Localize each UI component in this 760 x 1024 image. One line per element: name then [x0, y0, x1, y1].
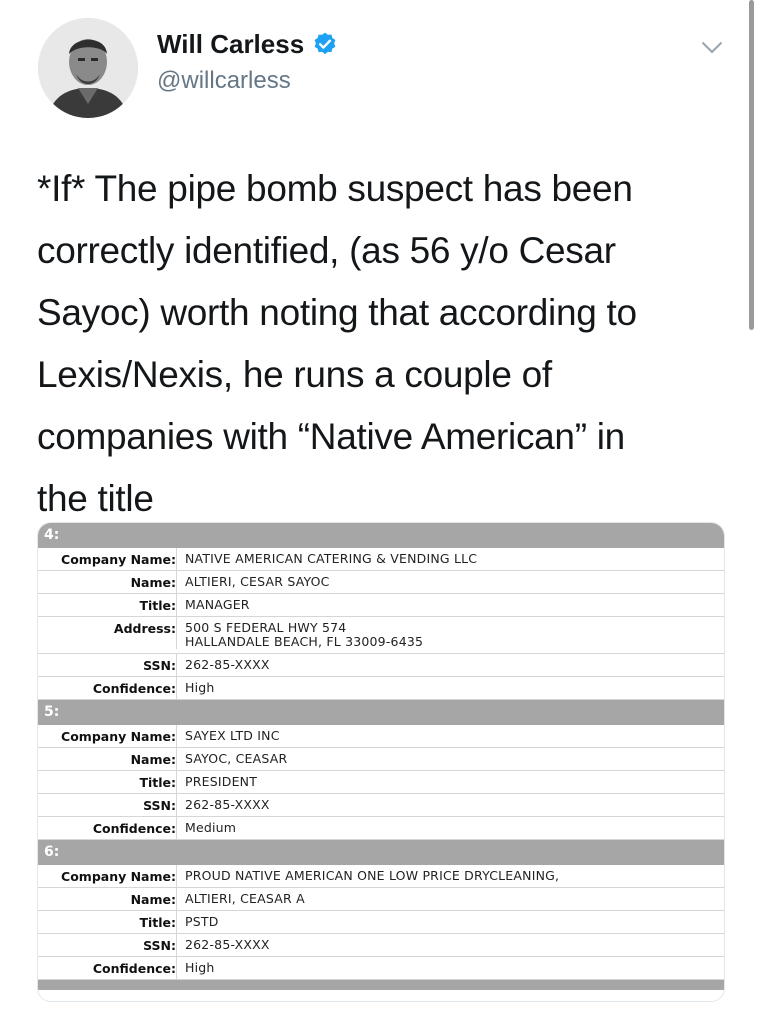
field-value: Medium — [176, 817, 236, 839]
field-label: Address: — [113, 621, 176, 636]
field-label: SSN: — [143, 938, 176, 953]
field-label: Company Name: — [61, 869, 176, 884]
field-value: 500 S FEDERAL HWY 574 HALLANDALE BEACH, … — [176, 617, 423, 649]
record-row: Company Name: SAYEX LTD INC — [38, 725, 724, 748]
record-row: SSN: 262-85-XXXX — [38, 934, 724, 957]
field-value: ALTIERI, CESAR SAYOC — [176, 571, 330, 593]
record-header: 4: — [38, 523, 724, 548]
record-row: SSN: 262-85-XXXX — [38, 794, 724, 817]
field-label: Confidence: — [92, 961, 176, 976]
record-row: SSN: 262-85-XXXX — [38, 654, 724, 677]
tweet-text-line: the title — [37, 478, 154, 519]
record-row: Confidence: High — [38, 677, 724, 700]
display-name[interactable]: Will Carless — [157, 28, 338, 60]
field-value: 262-85-XXXX — [176, 654, 270, 676]
field-value: SAYEX LTD INC — [176, 725, 280, 747]
tweet-text-line: *If* The pipe bomb suspect has been — [37, 168, 633, 209]
record-row: Title: MANAGER — [38, 594, 724, 617]
field-value: ALTIERI, CEASAR A — [176, 888, 305, 910]
field-label: Name: — [130, 892, 176, 907]
field-value: PRESIDENT — [176, 771, 257, 793]
field-label: Confidence: — [92, 681, 176, 696]
record-row: Confidence: High — [38, 957, 724, 980]
record-row: Confidence: Medium — [38, 817, 724, 840]
scrollbar[interactable] — [749, 0, 754, 330]
avatar-image — [38, 18, 138, 118]
field-value: SAYOC, CEASAR — [176, 748, 287, 770]
field-value: MANAGER — [176, 594, 250, 616]
record-header: 6: — [38, 840, 724, 865]
user-handle[interactable]: @willcarless — [157, 66, 291, 96]
field-value: High — [176, 957, 215, 979]
record-row: Address: 500 S FEDERAL HWY 574 HALLANDAL… — [38, 617, 724, 654]
field-label: SSN: — [143, 798, 176, 813]
tweet-text-line: correctly identified, (as 56 y/o Cesar — [37, 230, 616, 271]
field-label: Name: — [130, 575, 176, 590]
record-row: Title: PRESIDENT — [38, 771, 724, 794]
record-row: Company Name: PROUD NATIVE AMERICAN ONE … — [38, 865, 724, 888]
address-line-2: HALLANDALE BEACH, FL 33009-6435 — [185, 634, 424, 649]
field-value: 262-85-XXXX — [176, 934, 270, 956]
record-row: Name: SAYOC, CEASAR — [38, 748, 724, 771]
field-label: Title: — [139, 775, 176, 790]
field-label: Confidence: — [92, 821, 176, 836]
avatar[interactable] — [38, 18, 138, 118]
record-row: Name: ALTIERI, CEASAR A — [38, 888, 724, 911]
record-row: Title: PSTD — [38, 911, 724, 934]
tweet-text-line: Sayoc) worth noting that according to — [37, 292, 637, 333]
address-line-1: 500 S FEDERAL HWY 574 — [185, 620, 347, 635]
record-row: Company Name: NATIVE AMERICAN CATERING &… — [38, 548, 724, 571]
field-label: Company Name: — [61, 552, 176, 567]
field-value: High — [176, 677, 215, 699]
field-value: PSTD — [176, 911, 219, 933]
display-name-text: Will Carless — [157, 29, 305, 59]
record-footer-bar — [38, 980, 724, 990]
field-value: 262-85-XXXX — [176, 794, 270, 816]
tweet-text-line: Lexis/Nexis, he runs a couple of — [37, 354, 552, 395]
field-value: NATIVE AMERICAN CATERING & VENDING LLC — [176, 548, 477, 570]
field-value: PROUD NATIVE AMERICAN ONE LOW PRICE DRYC… — [176, 865, 559, 887]
field-label: SSN: — [143, 658, 176, 673]
field-label: Title: — [139, 915, 176, 930]
field-label: Company Name: — [61, 729, 176, 744]
tweet-text: *If* The pipe bomb suspect has been corr… — [37, 158, 727, 530]
tweet-text-line: companies with “Native American” in — [37, 416, 625, 457]
record-row: Name: ALTIERI, CESAR SAYOC — [38, 571, 724, 594]
tweet-header: Will Carless @willcarless — [0, 0, 760, 130]
record-header: 5: — [38, 700, 724, 725]
field-label: Title: — [139, 598, 176, 613]
verified-badge-icon — [314, 32, 336, 55]
attached-image[interactable]: 4: Company Name: NATIVE AMERICAN CATERIN… — [37, 522, 725, 1002]
field-label: Name: — [130, 752, 176, 767]
chevron-down-icon[interactable] — [699, 34, 725, 60]
